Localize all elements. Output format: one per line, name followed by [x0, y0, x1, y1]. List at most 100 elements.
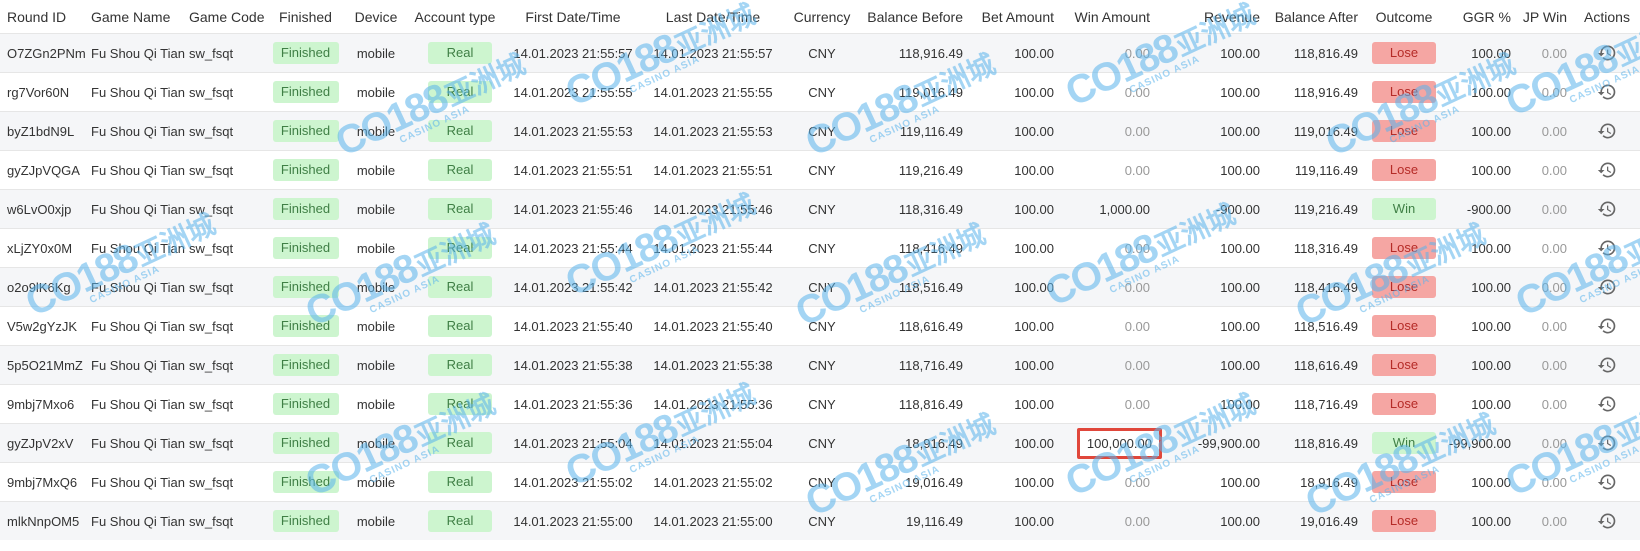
outcome-badge: Lose: [1372, 393, 1436, 415]
history-icon[interactable]: [1597, 277, 1617, 297]
col-outcome[interactable]: Outcome: [1365, 0, 1443, 34]
col-currency[interactable]: Currency: [783, 0, 861, 34]
currency: CNY: [783, 33, 861, 73]
col-bet-amount[interactable]: Bet Amount: [970, 0, 1061, 34]
table-row[interactable]: xLjZY0x0M Fu Shou Qi Tian sw_fsqt Finish…: [0, 228, 1640, 268]
col-win-amount[interactable]: Win Amount: [1061, 0, 1157, 34]
table-row[interactable]: V5w2gYzJK Fu Shou Qi Tian sw_fsqt Finish…: [0, 306, 1640, 346]
outcome-badge: Lose: [1372, 510, 1436, 532]
round-id[interactable]: w6LvO0xjp: [0, 189, 84, 229]
game-code: sw_fsqt: [182, 228, 266, 268]
win-amount: 0.00: [1124, 279, 1150, 295]
history-icon[interactable]: [1597, 199, 1617, 219]
last-date: 14.01.2023 21:55:38: [643, 345, 783, 385]
history-icon[interactable]: [1597, 121, 1617, 141]
finished-badge: Finished: [272, 432, 339, 454]
round-id[interactable]: mlkNnpOM5: [0, 501, 84, 540]
round-id[interactable]: gyZJpVQGA: [0, 150, 84, 190]
col-game-name[interactable]: Game Name: [84, 0, 182, 34]
col-revenue[interactable]: Revenue: [1157, 0, 1267, 34]
col-finished[interactable]: Finished: [266, 0, 345, 34]
win-amount-cell: 0.00: [1061, 462, 1157, 502]
finished-badge: Finished: [272, 42, 339, 64]
finished-badge: Finished: [272, 510, 339, 532]
bet-amount: 100.00: [970, 345, 1061, 385]
jp-win: 0.00: [1518, 33, 1574, 73]
table-row[interactable]: 9mbj7MxQ6 Fu Shou Qi Tian sw_fsqt Finish…: [0, 462, 1640, 502]
win-amount: 0.00: [1124, 162, 1150, 178]
round-id[interactable]: xLjZY0x0M: [0, 228, 84, 268]
ggr-percent: 100.00: [1443, 150, 1518, 190]
revenue: 100.00: [1157, 228, 1267, 268]
col-first-date[interactable]: First Date/Time: [503, 0, 643, 34]
device: mobile: [345, 345, 407, 385]
round-id[interactable]: 9mbj7MxQ6: [0, 462, 84, 502]
first-date: 14.01.2023 21:55:55: [503, 72, 643, 112]
balance-before: 118,316.49: [861, 189, 970, 229]
table-row[interactable]: 5p5O21MmZ Fu Shou Qi Tian sw_fsqt Finish…: [0, 345, 1640, 385]
col-ggr[interactable]: GGR %: [1443, 0, 1518, 34]
history-icon[interactable]: [1597, 316, 1617, 336]
device: mobile: [345, 189, 407, 229]
round-id[interactable]: gyZJpV2xV: [0, 423, 84, 463]
bet-amount: 100.00: [970, 111, 1061, 151]
balance-after: 118,816.49: [1267, 423, 1365, 463]
history-icon[interactable]: [1597, 238, 1617, 258]
col-jp-win[interactable]: JP Win: [1518, 0, 1574, 34]
round-id[interactable]: o2o9lK6Kg: [0, 267, 84, 307]
col-device[interactable]: Device: [345, 0, 407, 34]
round-id[interactable]: O7ZGn2PNm: [0, 33, 86, 73]
currency: CNY: [783, 345, 861, 385]
table-row[interactable]: w6LvO0xjp Fu Shou Qi Tian sw_fsqt Finish…: [0, 189, 1640, 229]
last-date: 14.01.2023 21:55:53: [643, 111, 783, 151]
history-icon[interactable]: [1597, 355, 1617, 375]
col-account-type[interactable]: Account type: [407, 0, 503, 34]
bet-amount: 100.00: [970, 384, 1061, 424]
bet-amount: 100.00: [970, 423, 1061, 463]
history-icon[interactable]: [1597, 43, 1617, 63]
win-amount-cell: 0.00: [1061, 384, 1157, 424]
first-date: 14.01.2023 21:55:36: [503, 384, 643, 424]
col-game-code[interactable]: Game Code: [182, 0, 266, 34]
table-row[interactable]: O7ZGn2PNm Fu Shou Qi Tian sw_fsqt Finish…: [0, 33, 1640, 73]
table-row[interactable]: gyZJpVQGA Fu Shou Qi Tian sw_fsqt Finish…: [0, 150, 1640, 190]
outcome-badge: Win: [1372, 432, 1436, 454]
table-row[interactable]: rg7Vor60N Fu Shou Qi Tian sw_fsqt Finish…: [0, 72, 1640, 112]
currency: CNY: [783, 189, 861, 229]
first-date: 14.01.2023 21:55:44: [503, 228, 643, 268]
history-icon[interactable]: [1597, 160, 1617, 180]
currency: CNY: [783, 111, 861, 151]
col-round-id[interactable]: Round ID: [0, 0, 84, 34]
col-last-date[interactable]: Last Date/Time: [643, 0, 783, 34]
table-row[interactable]: gyZJpV2xV Fu Shou Qi Tian sw_fsqt Finish…: [0, 423, 1640, 463]
last-date: 14.01.2023 21:55:36: [643, 384, 783, 424]
round-id[interactable]: byZ1bdN9L: [0, 111, 84, 151]
history-icon[interactable]: [1597, 394, 1617, 414]
balance-after: 118,716.49: [1267, 384, 1365, 424]
game-code: sw_fsqt: [182, 423, 266, 463]
win-amount: 0.00: [1124, 396, 1150, 412]
round-id[interactable]: V5w2gYzJK: [0, 306, 84, 346]
history-icon[interactable]: [1597, 433, 1617, 453]
jp-win: 0.00: [1518, 72, 1574, 112]
balance-after: 19,016.49: [1267, 501, 1365, 540]
table-row[interactable]: 9mbj7Mxo6 Fu Shou Qi Tian sw_fsqt Finish…: [0, 384, 1640, 424]
table-row[interactable]: byZ1bdN9L Fu Shou Qi Tian sw_fsqt Finish…: [0, 111, 1640, 151]
table-row[interactable]: mlkNnpOM5 Fu Shou Qi Tian sw_fsqt Finish…: [0, 501, 1640, 540]
account-type-badge: Real: [428, 159, 492, 181]
history-icon[interactable]: [1597, 511, 1617, 531]
round-id[interactable]: rg7Vor60N: [0, 72, 84, 112]
col-balance-before[interactable]: Balance Before: [861, 0, 970, 34]
revenue: 100.00: [1157, 384, 1267, 424]
history-icon[interactable]: [1597, 82, 1617, 102]
first-date: 14.01.2023 21:55:04: [503, 423, 643, 463]
bet-amount: 100.00: [970, 33, 1061, 73]
round-id[interactable]: 5p5O21MmZ: [0, 345, 84, 385]
game-name: Fu Shou Qi Tian: [84, 267, 185, 307]
col-balance-after[interactable]: Balance After: [1267, 0, 1365, 34]
currency: CNY: [783, 384, 861, 424]
round-id[interactable]: 9mbj7Mxo6: [0, 384, 84, 424]
history-icon[interactable]: [1597, 472, 1617, 492]
table-row[interactable]: o2o9lK6Kg Fu Shou Qi Tian sw_fsqt Finish…: [0, 267, 1640, 307]
ggr-percent: 100.00: [1443, 501, 1518, 540]
